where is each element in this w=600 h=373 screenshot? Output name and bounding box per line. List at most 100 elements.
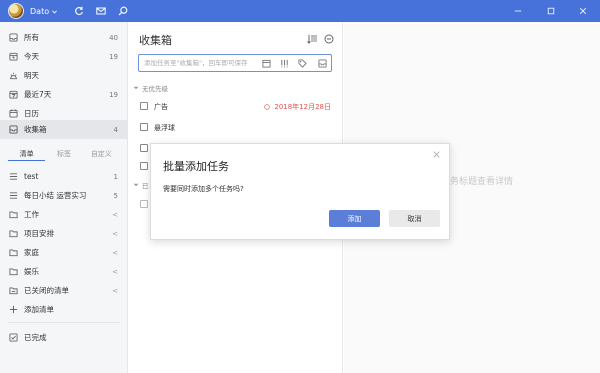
cancel-button[interactable]: 取消 bbox=[389, 210, 440, 227]
inbox-icon bbox=[9, 33, 18, 42]
add-list-label: 添加清单 bbox=[24, 305, 54, 314]
calendar-today-icon bbox=[9, 52, 18, 61]
calendar-icon bbox=[9, 109, 18, 118]
sidebar-item-today[interactable]: 今天 19 bbox=[0, 47, 128, 66]
dialog-title: 批量添加任务 bbox=[163, 160, 229, 173]
sidebar-item-folder[interactable]: 家庭 < bbox=[0, 243, 128, 262]
tab-custom[interactable]: 自定义 bbox=[83, 148, 120, 161]
sidebar-item-count: 4 bbox=[113, 125, 118, 134]
detail-hint: 务标题查看详情 bbox=[450, 177, 514, 187]
sync-icon[interactable] bbox=[72, 4, 86, 18]
folder-closed-icon bbox=[9, 286, 18, 295]
tag-icon[interactable] bbox=[298, 59, 307, 68]
caret-down-icon bbox=[133, 183, 139, 187]
folder-icon bbox=[9, 248, 18, 257]
sidebar-item-label: 每日小结 运营实习 bbox=[24, 191, 87, 200]
task-row[interactable]: 广告 2018年12月28日 bbox=[128, 98, 343, 116]
maximize-button[interactable] bbox=[538, 0, 564, 22]
sort-icon[interactable] bbox=[306, 33, 318, 45]
list-icon bbox=[9, 191, 18, 200]
sidebar-item-list[interactable]: 每日小结 运营实习 5 bbox=[0, 186, 128, 205]
close-button[interactable] bbox=[570, 0, 596, 22]
more-icon[interactable] bbox=[323, 33, 335, 45]
add-task-input[interactable] bbox=[144, 57, 264, 69]
sidebar-item-count: 19 bbox=[109, 90, 118, 99]
chevron-left-icon[interactable]: < bbox=[112, 211, 118, 219]
sidebar-item-inbox[interactable]: 收集箱 4 bbox=[0, 120, 128, 139]
mail-icon[interactable] bbox=[94, 4, 108, 18]
chevron-left-icon[interactable]: < bbox=[112, 287, 118, 295]
sidebar-item-label: 已完成 bbox=[24, 333, 47, 342]
folder-icon bbox=[9, 210, 18, 219]
add-list-button[interactable]: 添加清单 bbox=[0, 300, 128, 319]
alarm-icon bbox=[264, 104, 271, 110]
task-checkbox[interactable] bbox=[140, 144, 148, 152]
avatar[interactable] bbox=[8, 3, 24, 19]
tab-lists[interactable]: 清单 bbox=[8, 148, 46, 161]
sidebar-item-tomorrow[interactable]: 明天 bbox=[0, 66, 128, 85]
user-menu[interactable]: Dato bbox=[30, 7, 58, 16]
sidebar-item-label: 日历 bbox=[24, 109, 39, 118]
task-due: 2018年12月28日 bbox=[264, 102, 331, 112]
sidebar-item-closed-lists[interactable]: 已关闭的清单 < bbox=[0, 281, 128, 300]
sidebar-item-next7days[interactable]: 最近7天 19 bbox=[0, 85, 128, 104]
section-header-completed[interactable]: 已 bbox=[133, 180, 149, 190]
section-title: 无优先级 bbox=[142, 85, 168, 93]
add-button[interactable]: 添加 bbox=[329, 210, 380, 227]
priority-icon[interactable] bbox=[280, 59, 289, 68]
chevron-down-icon bbox=[52, 9, 58, 14]
page-title: 收集箱 bbox=[139, 34, 172, 47]
sidebar-item-folder[interactable]: 项目安排 < bbox=[0, 224, 128, 243]
sidebar-item-label: 收集箱 bbox=[24, 125, 47, 134]
list-select-icon[interactable] bbox=[318, 59, 327, 68]
task-checkbox[interactable] bbox=[140, 200, 148, 208]
sidebar-item-count: 5 bbox=[113, 191, 118, 200]
task-title: 广告 bbox=[154, 103, 168, 111]
task-date: 2018年12月28日 bbox=[274, 103, 331, 111]
sidebar-item-label: 项目安排 bbox=[24, 229, 54, 238]
sidebar: 所有 40 今天 19 明天 最近7天 19 日历 收集箱 4 清单 标签 自定… bbox=[0, 22, 128, 373]
sidebar-item-label: 娱乐 bbox=[24, 267, 39, 276]
task-checkbox[interactable] bbox=[140, 102, 148, 110]
chevron-left-icon[interactable]: < bbox=[112, 268, 118, 276]
sidebar-item-folder[interactable]: 工作 < bbox=[0, 205, 128, 224]
minimize-button[interactable] bbox=[505, 0, 531, 22]
dialog-close-button[interactable] bbox=[431, 149, 441, 159]
sidebar-item-label: test bbox=[24, 172, 39, 181]
sidebar-item-count: 19 bbox=[109, 52, 118, 61]
date-icon[interactable] bbox=[262, 59, 271, 68]
sidebar-item-label: 明天 bbox=[24, 71, 39, 80]
sidebar-item-label: 家庭 bbox=[24, 248, 39, 257]
sidebar-item-completed[interactable]: 已完成 bbox=[0, 328, 128, 347]
chevron-left-icon[interactable]: < bbox=[112, 249, 118, 257]
title-bar: Dato bbox=[0, 0, 600, 22]
sidebar-item-list[interactable]: test 1 bbox=[0, 167, 128, 186]
task-row[interactable]: 悬浮球 bbox=[128, 119, 343, 137]
sidebar-item-count: 1 bbox=[113, 172, 118, 181]
sidebar-tabs: 清单 标签 自定义 bbox=[8, 148, 120, 161]
close-icon bbox=[432, 150, 440, 158]
sidebar-item-folder[interactable]: 娱乐 < bbox=[0, 262, 128, 281]
checkbox-checked-icon bbox=[9, 333, 18, 342]
tab-tags[interactable]: 标签 bbox=[45, 148, 82, 161]
plus-icon bbox=[9, 305, 18, 314]
close-icon bbox=[579, 7, 587, 15]
sidebar-item-label: 所有 bbox=[24, 33, 39, 42]
sidebar-item-count: 40 bbox=[109, 33, 118, 42]
task-checkbox[interactable] bbox=[140, 162, 148, 170]
sidebar-item-all[interactable]: 所有 40 bbox=[0, 28, 128, 47]
chevron-left-icon[interactable]: < bbox=[112, 230, 118, 238]
sidebar-item-label: 工作 bbox=[24, 210, 39, 219]
inbox-tray-icon bbox=[9, 125, 18, 134]
folder-icon bbox=[9, 267, 18, 276]
user-name: Dato bbox=[30, 6, 50, 16]
calendar-week-icon bbox=[9, 90, 18, 99]
section-header[interactable]: 无优先级 bbox=[133, 83, 168, 93]
maximize-icon bbox=[547, 7, 555, 15]
add-task-box bbox=[138, 54, 332, 72]
task-checkbox[interactable] bbox=[140, 123, 148, 131]
task-title: 悬浮球 bbox=[154, 124, 175, 132]
divider bbox=[8, 322, 120, 323]
dialog-message: 需要同时添加多个任务吗? bbox=[163, 185, 244, 193]
search-icon[interactable] bbox=[116, 4, 130, 18]
